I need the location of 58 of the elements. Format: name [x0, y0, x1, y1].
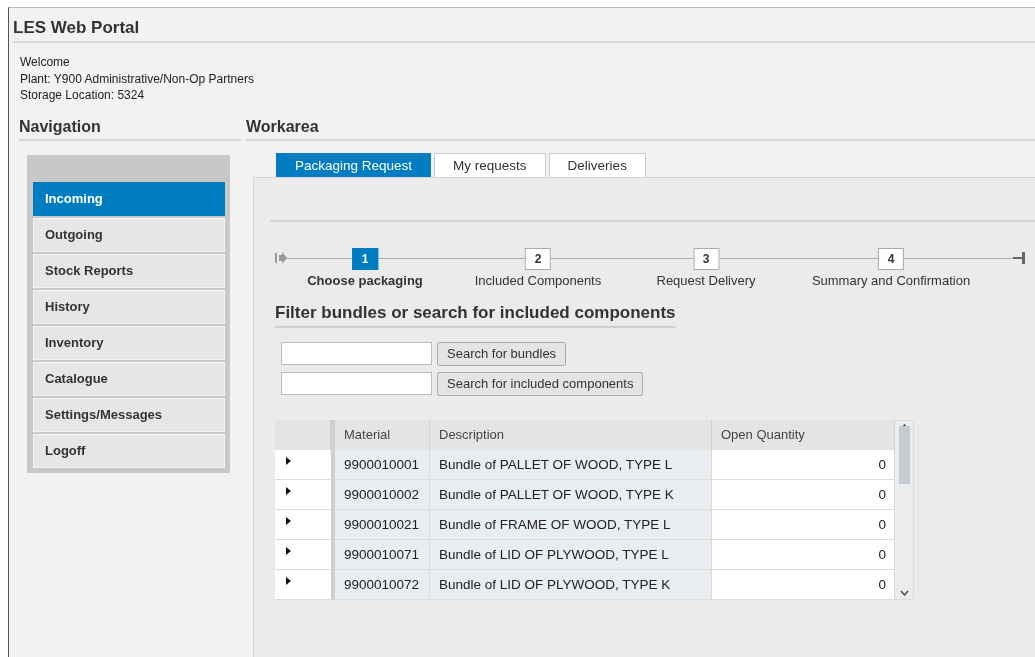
portal-title: LES Web Portal [13, 18, 1035, 43]
search-field[interactable] [281, 371, 432, 395]
search-button[interactable]: Search for bundles [437, 341, 567, 366]
table-cell: Bundle of PALLET OF WOOD, TYPE K [430, 479, 712, 510]
step-number[interactable]: 4 [878, 247, 904, 270]
end-icon [1013, 251, 1025, 264]
info-text: Welcome [20, 54, 71, 71]
step-label: Summary and Confirmation [811, 272, 971, 288]
scrollbar[interactable] [895, 419, 914, 600]
table-cell: 0 [712, 479, 895, 510]
nav-item[interactable]: Catalogue [33, 361, 225, 396]
step-number[interactable]: 1 [352, 247, 378, 270]
tab[interactable]: My requests [434, 152, 546, 177]
tab[interactable]: Deliveries [548, 152, 646, 177]
table-cell: 0 [712, 509, 895, 540]
table-cell: 0 [712, 449, 895, 480]
workarea-title: Workarea [246, 117, 1035, 141]
step-number[interactable]: 3 [693, 247, 719, 270]
table-cell: 9900010072 [335, 569, 430, 600]
step-label: Request Delivery [656, 272, 756, 288]
nav-item[interactable]: Incoming [33, 181, 225, 216]
nav-item[interactable]: Logoff [33, 433, 225, 468]
step-label: Included Components [474, 272, 602, 288]
nav-item[interactable]: Outgoing [33, 217, 225, 252]
expand-icon[interactable] [286, 486, 291, 495]
expand-icon[interactable] [286, 576, 291, 585]
expand-icon[interactable] [286, 456, 291, 465]
scroll-thumb[interactable] [898, 425, 910, 484]
nav-item[interactable]: Inventory [33, 325, 225, 360]
table-cell: 9900010021 [335, 509, 430, 540]
table-cell: 9900010071 [335, 539, 430, 570]
table-cell: 9900010001 [335, 449, 430, 480]
nav-item[interactable]: Settings/Messages [33, 397, 225, 432]
nav-item[interactable]: History [33, 289, 225, 324]
column-header: Material [335, 419, 430, 450]
search-field[interactable] [281, 341, 432, 365]
table-cell: Bundle of PALLET OF WOOD, TYPE L [430, 449, 712, 480]
nav-item[interactable]: Stock Reports [33, 253, 225, 288]
step-label: Choose packaging [307, 272, 423, 288]
scroll-down-icon[interactable] [899, 589, 909, 596]
tab[interactable]: Packaging Request [276, 152, 432, 177]
search-button[interactable]: Search for included components [437, 371, 644, 396]
step-number[interactable]: 2 [525, 247, 551, 270]
expand-icon[interactable] [286, 516, 291, 525]
table-cell: 9900010002 [335, 479, 430, 510]
info-text: Plant: Y900 Administrative/Non-Op Partners [20, 70, 255, 87]
column-header: Open Quantity [712, 419, 895, 450]
table-cell: Bundle of LID OF PLYWOOD, TYPE K [430, 569, 712, 600]
table-cell: Bundle of LID OF PLYWOOD, TYPE L [430, 539, 712, 570]
table-cell: Bundle of FRAME OF WOOD, TYPE L [430, 509, 712, 540]
info-text: Storage Location: 5324 [20, 87, 146, 104]
expand-icon[interactable] [286, 546, 291, 555]
column-header: Description [430, 419, 712, 450]
section-heading: Filter bundles or search for included components [275, 302, 676, 328]
start-icon [275, 251, 287, 264]
navigation-title: Navigation [19, 117, 241, 141]
table-cell: 0 [712, 569, 895, 600]
table-cell: 0 [712, 539, 895, 570]
